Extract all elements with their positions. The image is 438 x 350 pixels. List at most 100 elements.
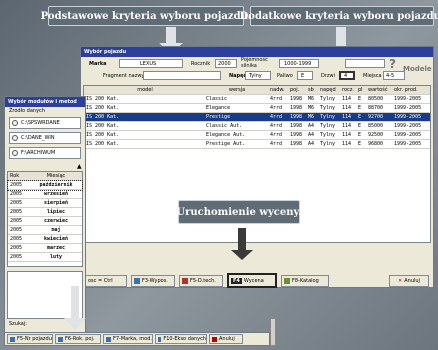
column-header[interactable]: sb	[306, 86, 318, 94]
table-row[interactable]: IS 200 Kat. Elegance 4rrd 1998 M6 Tylny 114 E 88…	[84, 104, 430, 113]
equipment-button[interactable]: F3-Wypos.	[131, 275, 175, 287]
close-icon	[212, 336, 217, 342]
column-header[interactable]: wersja	[204, 86, 268, 94]
list-icon	[134, 278, 140, 284]
month-row[interactable]: 2005 maj	[8, 226, 82, 235]
table-cell: E	[358, 141, 362, 147]
table-cell: Tylny	[320, 123, 336, 129]
miejsca-select[interactable]: 4-5	[383, 71, 405, 80]
month-row[interactable]: 2005 czerwiec	[8, 217, 82, 226]
bottom-action-button[interactable]: Anuluj	[209, 334, 243, 344]
table-row[interactable]: IS 200 Kat. Prestige 4rrd 1998 M6 Tylny 114 E 92…	[84, 113, 430, 122]
column-header[interactable]: pl	[356, 86, 366, 94]
year-cell: 2005	[10, 200, 23, 206]
month-cell: sierpień	[43, 200, 69, 206]
table-cell: IS 200 Kat.	[86, 105, 120, 111]
valuation-button[interactable]: F4 Wycena	[227, 273, 277, 288]
tech-icon	[182, 278, 188, 284]
table-row[interactable]: IS 200 Kat. Elegance Aut. 4rrd 1998 A4 Tylny 1…	[84, 131, 430, 140]
column-header[interactable]: okr. prod.	[392, 86, 428, 94]
month-row[interactable]: 2005 wrzesień	[8, 190, 82, 199]
table-cell: A4	[308, 123, 315, 129]
month-row[interactable]: 2005 luty	[8, 253, 82, 262]
month-row[interactable]: 2005 marzec	[8, 244, 82, 253]
fragment-input[interactable]	[143, 71, 221, 80]
column-header[interactable]: napęd	[318, 86, 340, 94]
marka-select[interactable]: LEXUS	[119, 59, 183, 68]
month-row[interactable]: 2005 październik	[7, 180, 83, 191]
search-icon	[10, 336, 15, 342]
radio-icon[interactable]	[12, 135, 18, 141]
table-cell: A4	[308, 141, 315, 147]
month-row[interactable]: 2005 sierpień	[8, 199, 82, 208]
table-cell: 4rrd	[270, 114, 283, 120]
table-cell: E	[358, 132, 362, 138]
table-row[interactable]: IS 200 Kat. Classic 4rrd 1998 M6 Tylny 114 E 805…	[84, 95, 430, 104]
radio-icon[interactable]	[12, 120, 18, 126]
paliwo-select[interactable]: E	[297, 71, 313, 80]
arrow-down-icon	[71, 286, 79, 320]
bottom-action-button[interactable]: F6-Rok. poj.	[55, 334, 101, 344]
catalog-icon	[284, 278, 290, 284]
radio-icon[interactable]	[12, 150, 18, 156]
column-header[interactable]: rocz.	[340, 86, 356, 94]
naped-select[interactable]: Tylny	[245, 71, 271, 80]
extra-input[interactable]	[345, 59, 385, 68]
scrollbar[interactable]	[270, 318, 276, 346]
cancel-label: Anuluj	[404, 278, 420, 284]
column-header[interactable]: wartość	[366, 86, 392, 94]
data-source-option[interactable]: C:\DANE_WIN	[9, 132, 81, 144]
column-header[interactable]: nadw.	[268, 86, 288, 94]
modele-label: Modele	[403, 65, 432, 73]
table-cell: Elegance Aut.	[206, 132, 246, 138]
pojemnosc-label: Pojemność silnika	[241, 57, 268, 69]
cancel-button[interactable]: ✕ Anuluj	[389, 275, 429, 287]
callout-extra-criteria: Dodatkowe kryteria wyboru pojazdu.	[240, 6, 438, 26]
table-cell: Tylny	[320, 105, 336, 111]
callout-basic-criteria: Podstawowe kryteria wyboru pojazdu.	[41, 6, 251, 26]
pojemnosc-select[interactable]: 1000-1999	[279, 59, 319, 68]
table-cell: 1998	[290, 141, 303, 147]
month-cell: wrzesień	[43, 191, 69, 197]
year-cell: 2005	[10, 191, 23, 197]
table-cell: 4rrd	[270, 141, 283, 147]
bottom-action-button[interactable]: F10-Ekso danych	[155, 334, 207, 344]
catalog-button[interactable]: F8-Katalog	[281, 275, 329, 287]
ctrl-button[interactable]: osc = Ctrl	[85, 275, 127, 287]
table-cell: 1998	[290, 132, 303, 138]
column-header[interactable]: model	[84, 86, 204, 94]
bottom-action-button[interactable]: F5-Nr pojazdu	[7, 334, 53, 344]
table-cell: 114	[342, 96, 352, 102]
table-cell: M6	[308, 105, 315, 111]
month-row[interactable]: 2005 kwiecień	[8, 235, 82, 244]
table-row[interactable]: IS 200 Kat. Prestige Aut. 4rrd 1998 A4 Tylny 1…	[84, 140, 430, 149]
month-row[interactable]: 2005 lipiec	[8, 208, 82, 217]
table-row[interactable]: IS 200 Kat. Classic Aut. 4rrd 1998 A4 Tylny 11…	[84, 122, 430, 131]
data-source-label: F:\ARCHIWUM	[21, 150, 56, 156]
month-cell: kwiecień	[43, 236, 69, 242]
miejsca-label: Miejsca	[363, 73, 382, 79]
column-header[interactable]: poj.	[288, 86, 306, 94]
rocznik-label: Rocznik	[191, 61, 211, 67]
year-cell: 2005	[10, 227, 23, 233]
tech-data-button[interactable]: F5-D.tech.	[179, 275, 223, 287]
vehicle-selection-window: Wybór pojazdu Marka LEXUS Rocznik 2000 P…	[80, 46, 434, 288]
rocznik-select[interactable]: 2000	[215, 59, 237, 68]
help-icon[interactable]: ?	[389, 57, 396, 71]
drzwi-select[interactable]: 4	[339, 71, 355, 80]
search-icon	[106, 336, 111, 342]
table-cell: Classic	[206, 96, 228, 102]
close-icon: ✕	[398, 278, 403, 284]
callout-valuation: Uruchomienie wyceny.	[176, 200, 302, 224]
equipment-label: F3-Wypos.	[142, 278, 168, 284]
data-source-option[interactable]: F:\ARCHIWUM	[9, 147, 81, 159]
window-title: Wybór pojazdu	[81, 47, 433, 57]
marka-label: Marka	[89, 61, 107, 67]
month-cell: lipiec	[46, 209, 66, 215]
table-cell: IS 200 Kat.	[86, 141, 120, 147]
bottom-button-bar: F5-Nr pojazdu F6-Rok. poj. F7-Marka, mod. F…	[4, 332, 270, 346]
scroll-arrow-icon[interactable]: ▲	[77, 163, 82, 170]
bottom-action-button[interactable]: F7-Marka, mod.	[103, 334, 153, 344]
data-source-option[interactable]: C:\SPSWRDANE	[9, 117, 81, 129]
table-cell: 80500	[368, 96, 384, 102]
